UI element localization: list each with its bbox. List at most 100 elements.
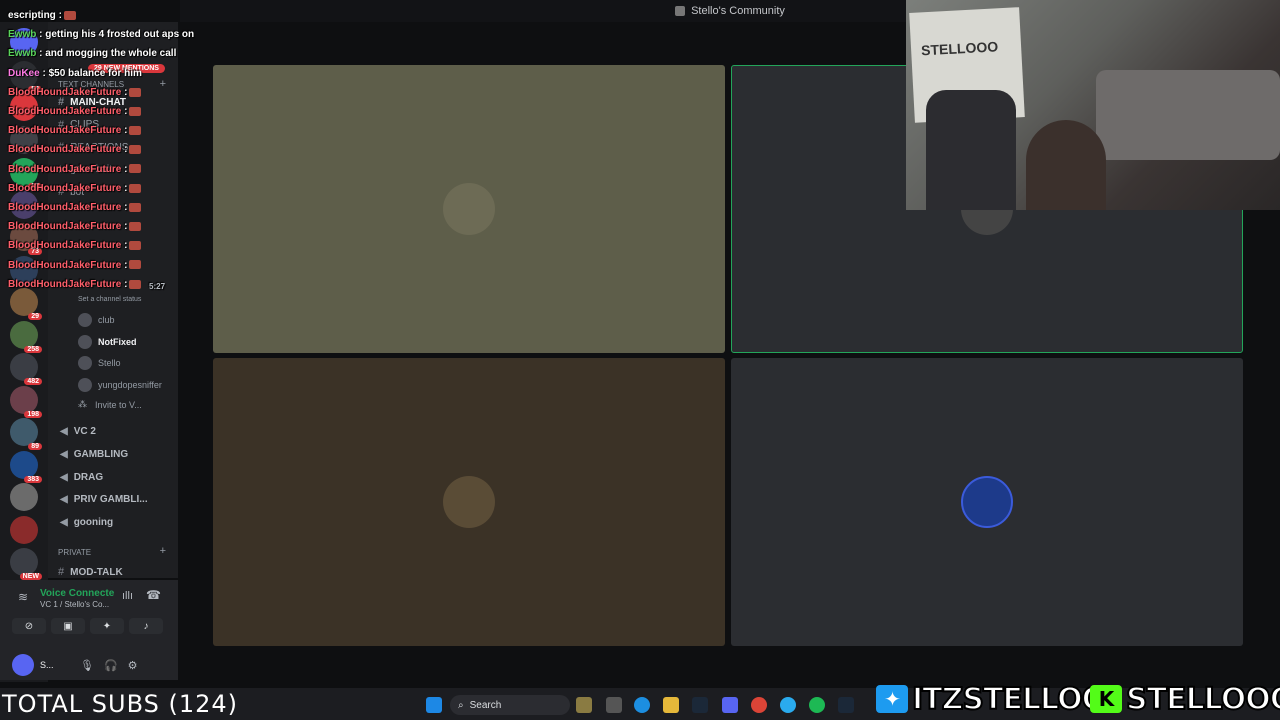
server-icon-16[interactable] <box>10 515 38 544</box>
kick-text: STELLOOO <box>1125 681 1280 718</box>
total-subs: TOTAL SUBS (124) <box>2 690 239 718</box>
server-icon-12[interactable]: 198 <box>10 385 42 418</box>
voice-member[interactable]: Stello <box>78 356 121 370</box>
voice-tile-1[interactable] <box>213 65 725 353</box>
telegram-icon[interactable] <box>780 697 796 713</box>
chat-username: BloodHoundJakeFuture <box>8 240 122 252</box>
chat-text: : <box>124 221 128 233</box>
spotify-icon[interactable] <box>809 697 825 713</box>
participant-avatar <box>443 183 495 235</box>
video-off-button[interactable]: ⊘ <box>12 618 46 634</box>
screen-share-button[interactable]: ▣ <box>51 618 85 634</box>
voice-member[interactable]: NotFixed <box>78 334 137 349</box>
chat-text: escripting : <box>8 10 62 21</box>
server-icon-11[interactable]: 482 <box>10 353 42 385</box>
chat-username: BloodHoundJakeFuture <box>8 106 122 117</box>
chat-username: BloodHoundJakeFuture <box>8 202 122 213</box>
category-private[interactable]: PRIVATE <box>58 548 91 557</box>
server-icon-9[interactable]: 29 <box>10 288 42 320</box>
widget-icon[interactable] <box>576 697 592 713</box>
noise-suppression-icon[interactable]: ıllı <box>122 590 133 602</box>
gaming-chair <box>926 90 1016 210</box>
emote-icon <box>129 87 142 97</box>
chat-text: : <box>124 86 128 98</box>
avatar[interactable] <box>12 654 34 676</box>
server-badge: 383 <box>24 475 42 483</box>
window-title: Stello's Community <box>691 5 785 17</box>
speaker-icon: ◀ <box>60 517 68 529</box>
twitter-text: ITZSTELLOO <box>911 681 1108 718</box>
speaker-icon: ◀ <box>60 471 68 483</box>
voice-channel[interactable]: ◀ DRAG <box>60 472 103 483</box>
server-icon-10[interactable]: 258 <box>10 320 42 353</box>
mic-icon[interactable]: 🎙 <box>80 659 94 672</box>
voice-member[interactable]: yungdopesniffer <box>78 377 162 392</box>
chat-username: BloodHoundJakeFuture <box>8 163 122 175</box>
windows-start-icon[interactable] <box>426 697 442 713</box>
avatar <box>78 356 92 370</box>
file-explorer-icon[interactable] <box>663 697 679 713</box>
voice-channel[interactable]: ◀ PRIV GAMBLI... <box>60 494 148 505</box>
chat-text: : getting his 4 frosted out aps on <box>39 29 195 41</box>
voice-panel: ≋ Voice Connecte VC 1 / Stello's Co... ı… <box>0 580 178 680</box>
voice-status[interactable]: Voice Connecte <box>40 588 114 599</box>
streamer <box>1026 120 1106 210</box>
chat-username: BloodHoundJakeFuture <box>8 278 122 290</box>
chat-message: BloodHoundJakeFuture : <box>8 86 142 98</box>
voice-channel[interactable]: ◀ VC 2 <box>60 426 96 437</box>
headphones-icon[interactable]: 🎧 <box>104 659 118 672</box>
voice-tile-4[interactable] <box>731 358 1243 646</box>
invite-to-voice-button[interactable]: ⁂ Invite to V... <box>78 399 142 410</box>
chat-username: BloodHoundJakeFuture <box>8 86 122 98</box>
disconnect-icon[interactable]: ☎ <box>146 588 161 602</box>
app-icon[interactable] <box>606 697 622 713</box>
server-icon-17[interactable]: NEW <box>10 548 42 580</box>
channel-label: VC 2 <box>73 426 96 437</box>
chat-text: : <box>124 182 128 194</box>
server-badge: 89 <box>28 443 42 450</box>
add-private-channel-icon[interactable]: + <box>160 545 166 557</box>
chat-text: : $50 balance for him <box>42 67 142 79</box>
emote-icon <box>129 126 142 136</box>
server-icon-15[interactable] <box>10 483 38 511</box>
edge-icon[interactable] <box>634 697 650 713</box>
channel-status-hint[interactable]: Set a channel status <box>78 296 141 303</box>
chat-message: escripting : <box>8 10 76 21</box>
chat-username: DuKee <box>8 67 40 79</box>
soundboard-button[interactable]: ♪ <box>129 618 163 634</box>
webcam-feed: STELLOOO <box>906 0 1280 210</box>
member-name: NotFixed <box>98 336 137 347</box>
chat-text: : <box>124 125 128 137</box>
voice-channel[interactable]: ◀ gooning <box>60 517 113 528</box>
server-icon-13[interactable]: 89 <box>10 418 42 450</box>
discord-icon[interactable] <box>722 697 738 713</box>
user-name[interactable]: S... <box>40 660 70 670</box>
steam-icon[interactable] <box>692 697 708 713</box>
user-bar: S... 🎙 🎧 ⚙ <box>0 650 178 680</box>
server-icon <box>675 6 686 16</box>
emote-icon <box>129 202 142 212</box>
kick-handle: K STELLOOO <box>1090 681 1280 718</box>
voice-channel[interactable]: ◀ GAMBLING <box>60 449 128 460</box>
channel-label: gooning <box>73 517 114 529</box>
chat-text: : <box>124 163 128 175</box>
chat-message: Ewwb : getting his 4 frosted out aps on <box>8 29 194 40</box>
gear-icon[interactable]: ⚙ <box>128 659 138 672</box>
emote-icon <box>129 164 142 174</box>
activities-button[interactable]: ✦ <box>90 618 124 634</box>
add-channel-icon[interactable]: + <box>160 78 166 90</box>
speaker-icon: ◀ <box>60 448 68 460</box>
server-badge: 29 <box>28 313 42 320</box>
server-badge: 198 <box>24 410 42 418</box>
voice-location[interactable]: VC 1 / Stello's Co... <box>40 600 109 609</box>
chrome-icon[interactable] <box>751 697 767 713</box>
channel-mod-talk[interactable]: # MOD-TALK <box>58 566 123 578</box>
voice-tile-3[interactable] <box>213 358 725 646</box>
taskbar-search[interactable]: ⌕ Search <box>450 695 570 715</box>
kick-icon: K <box>1090 685 1122 713</box>
voice-member[interactable]: club <box>78 313 115 327</box>
chat-text: : <box>124 278 128 290</box>
soundboard-icon: ♪ <box>143 620 149 632</box>
steam-alt-icon[interactable] <box>838 697 854 713</box>
server-icon-14[interactable]: 383 <box>10 450 42 483</box>
